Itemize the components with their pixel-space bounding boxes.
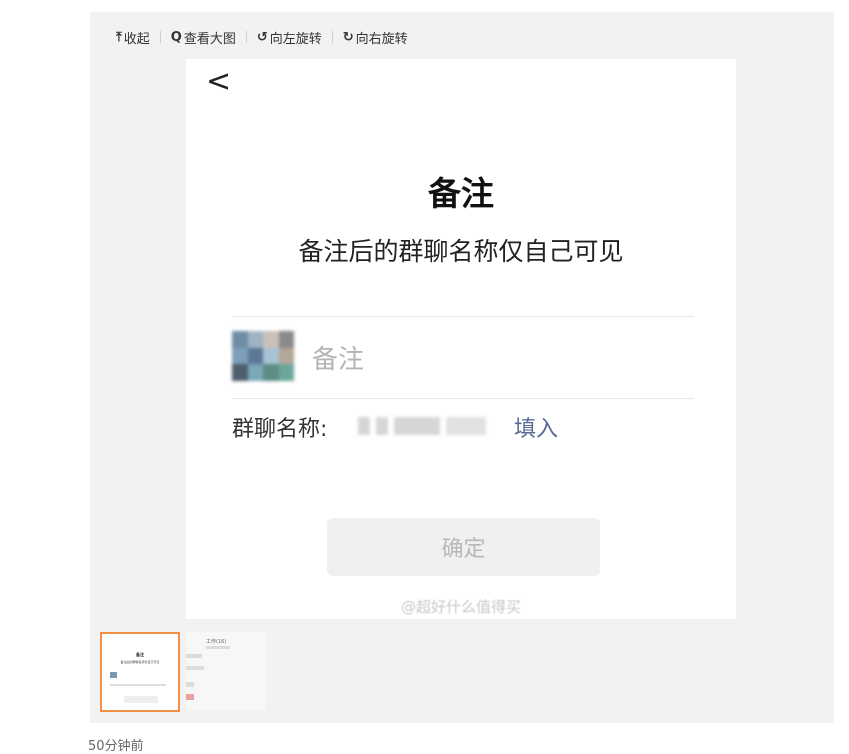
collapse-label: 收起 [123,31,150,47]
fill-in-link: 填入 [514,417,559,442]
remark-subtitle: 备注后的群聊名称仅自己可见 [298,237,624,266]
thumb-text: 工作(16) [206,639,227,645]
thumb-bar [206,646,230,649]
confirm-button-image: 确定 [327,518,600,576]
thumb-button [124,696,158,703]
rotate-right-icon: ↻ [342,29,354,45]
back-chevron-icon: < [206,64,232,99]
divider [232,316,694,317]
view-large-button[interactable]: Q 查看大图 [171,28,236,47]
group-name-label: 群聊名称: [232,417,328,442]
collapse-button[interactable]: ⤒ 收起 [116,28,150,47]
toolbar-divider [331,31,333,43]
rotate-left-button[interactable]: ↺ 向左旋转 [257,28,322,47]
toolbar-divider [159,31,161,43]
remark-title: 备注 [428,174,494,213]
main-image[interactable]: < 备注 备注后的群聊名称仅自己可见 备注 群聊名称: 填入 确定 @超好什么值… [186,59,736,619]
thumb-bar [186,666,204,670]
thumb-line [110,684,166,686]
image-viewer: ⤒ 收起 Q 查看大图 ↺ 向左旋转 ↻ 向右旋转 < 备注 备注后的群聊名称仅… [90,12,834,723]
image-toolbar: ⤒ 收起 Q 查看大图 ↺ 向左旋转 ↻ 向右旋转 [116,27,408,47]
divider [232,398,694,399]
view-large-label: 查看大图 [183,31,236,47]
rotate-left-label: 向左旋转 [269,31,322,47]
thumb-title: 备注 [136,652,144,657]
rotate-left-icon: ↺ [256,29,268,45]
remark-input-placeholder: 备注 [312,345,365,375]
rotate-right-label: 向右旋转 [355,31,408,47]
group-avatar [232,331,294,381]
thumb-subtitle: 备注后的群聊名称仅自己可见 [120,660,160,664]
thumb-bar [186,694,194,700]
rotate-right-button[interactable]: ↻ 向右旋转 [343,28,408,47]
collapse-up-icon: ⤒ [116,29,122,45]
timestamp: 50分钟前 [88,739,144,754]
thumb-avatar [110,672,117,678]
thumbnail-2[interactable]: 工作(16) [186,632,266,710]
weibo-watermark: @超好什么值得买 [400,598,521,616]
confirm-label: 确定 [441,537,486,562]
thumb-bar [186,654,202,658]
blurred-group-name [358,417,500,435]
thumbnail-1-selected[interactable]: 备注 备注后的群聊名称仅自己可见 [100,632,180,712]
thumb-bar [186,682,194,687]
toolbar-divider [245,31,247,43]
magnifier-icon: Q [170,29,182,45]
